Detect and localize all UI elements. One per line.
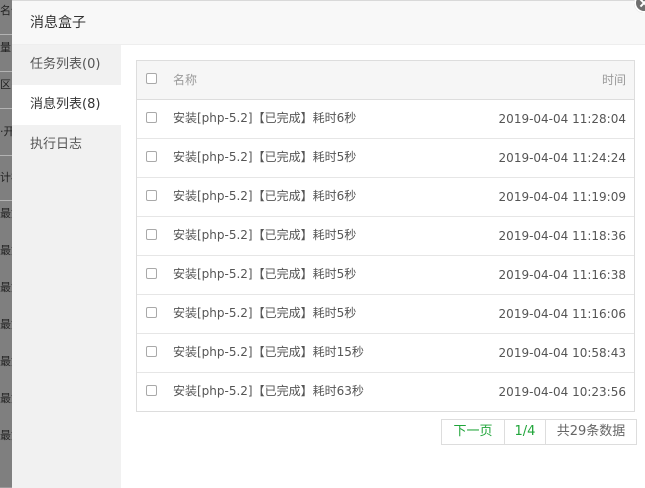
background-label: 最如 xyxy=(0,429,12,442)
background-label: 名位 xyxy=(0,4,12,17)
background-divider xyxy=(0,155,12,156)
column-header-name: 名称 xyxy=(173,73,198,87)
row-checkbox[interactable] xyxy=(146,190,157,201)
column-header-time: 时间 xyxy=(601,73,626,87)
message-time: 2019-04-04 11:19:09 xyxy=(498,190,626,204)
row-checkbox[interactable] xyxy=(146,307,157,318)
message-time: 2019-04-04 11:18:36 xyxy=(498,229,626,243)
message-box-dialog: 消息盒子 任务列表(0) 消息列表(8) 执行日志 名称 时间 安装[php-5… xyxy=(12,0,645,488)
total-count: 共29条数据 xyxy=(556,424,626,439)
row-checkbox[interactable] xyxy=(146,151,157,162)
table-row: 安装[php-5.2]【已完成】耗时5秒 2019-04-04 11:16:06 xyxy=(137,295,634,334)
current-page-indicator: 1/4 xyxy=(505,420,546,444)
background-label: 最如 xyxy=(0,355,12,368)
table-row: 安装[php-5.2]【已完成】耗时5秒 2019-04-04 11:24:24 xyxy=(137,139,634,178)
background-label: 最如 xyxy=(0,207,12,220)
table-row: 安装[php-5.2]【已完成】耗时5秒 2019-04-04 11:18:36 xyxy=(137,217,634,256)
message-time: 2019-04-04 10:58:43 xyxy=(498,346,626,360)
row-checkbox[interactable] xyxy=(146,346,157,357)
background-label: 最如 xyxy=(0,281,12,294)
sidebar-item-task-list[interactable]: 任务列表(0) xyxy=(12,45,121,85)
select-all-checkbox[interactable] xyxy=(146,73,157,84)
message-table: 名称 时间 安装[php-5.2]【已完成】耗时6秒 2019-04-04 11… xyxy=(136,60,635,412)
row-checkbox[interactable] xyxy=(146,268,157,279)
background-divider xyxy=(0,71,12,72)
message-time: 2019-04-04 11:24:24 xyxy=(498,151,626,165)
message-time: 2019-04-04 11:16:06 xyxy=(498,307,626,321)
background-divider xyxy=(0,34,12,35)
message-time: 2019-04-04 11:16:38 xyxy=(498,268,626,282)
background-label: ·开 xyxy=(0,125,12,138)
message-name: 安装[php-5.2]【已完成】耗时5秒 xyxy=(173,228,357,242)
dialog-title: 消息盒子 xyxy=(30,15,86,31)
message-time: 2019-04-04 10:23:56 xyxy=(498,385,626,399)
message-name: 安装[php-5.2]【已完成】耗时5秒 xyxy=(173,267,357,281)
message-name: 安装[php-5.2]【已完成】耗时5秒 xyxy=(173,150,357,164)
background-divider xyxy=(0,200,12,201)
message-name: 安装[php-5.2]【已完成】耗时6秒 xyxy=(173,189,357,203)
table-row: 安装[php-5.2]【已完成】耗时6秒 2019-04-04 11:19:09 xyxy=(137,178,634,217)
pagination: 下一页 1/4 共29条数据 xyxy=(441,419,637,445)
sidebar: 任务列表(0) 消息列表(8) 执行日志 xyxy=(12,45,121,488)
message-name: 安装[php-5.2]【已完成】耗时15秒 xyxy=(173,345,364,359)
background-page-text: 名位 量· 区( ·开 计补 最如 最如 最如 最如 最如 最如 最如 xyxy=(0,0,12,487)
background-label: 区( xyxy=(0,78,12,91)
dialog-titlebar: 消息盒子 xyxy=(12,1,645,45)
row-checkbox[interactable] xyxy=(146,229,157,240)
table-header: 名称 时间 xyxy=(137,61,634,100)
message-name: 安装[php-5.2]【已完成】耗时63秒 xyxy=(173,384,364,398)
message-time: 2019-04-04 11:28:04 xyxy=(498,112,626,126)
next-page-button[interactable]: 下一页 xyxy=(442,420,505,444)
table-row: 安装[php-5.2]【已完成】耗时6秒 2019-04-04 11:28:04 xyxy=(137,100,634,139)
background-label: 最如 xyxy=(0,244,12,257)
background-label: 计补 xyxy=(0,171,12,184)
row-checkbox[interactable] xyxy=(146,385,157,396)
background-divider xyxy=(0,108,12,109)
background-label: 最如 xyxy=(0,392,12,405)
table-row: 安装[php-5.2]【已完成】耗时63秒 2019-04-04 10:23:5… xyxy=(137,373,634,411)
sidebar-item-message-list[interactable]: 消息列表(8) xyxy=(12,85,121,125)
table-row: 安装[php-5.2]【已完成】耗时5秒 2019-04-04 11:16:38 xyxy=(137,256,634,295)
table-row: 安装[php-5.2]【已完成】耗时15秒 2019-04-04 10:58:4… xyxy=(137,334,634,373)
message-name: 安装[php-5.2]【已完成】耗时6秒 xyxy=(173,111,357,125)
background-label: 最如 xyxy=(0,318,12,331)
sidebar-item-execution-log[interactable]: 执行日志 xyxy=(12,125,121,165)
background-label: 量· xyxy=(0,41,12,54)
message-name: 安装[php-5.2]【已完成】耗时5秒 xyxy=(173,306,357,320)
row-checkbox[interactable] xyxy=(146,112,157,123)
